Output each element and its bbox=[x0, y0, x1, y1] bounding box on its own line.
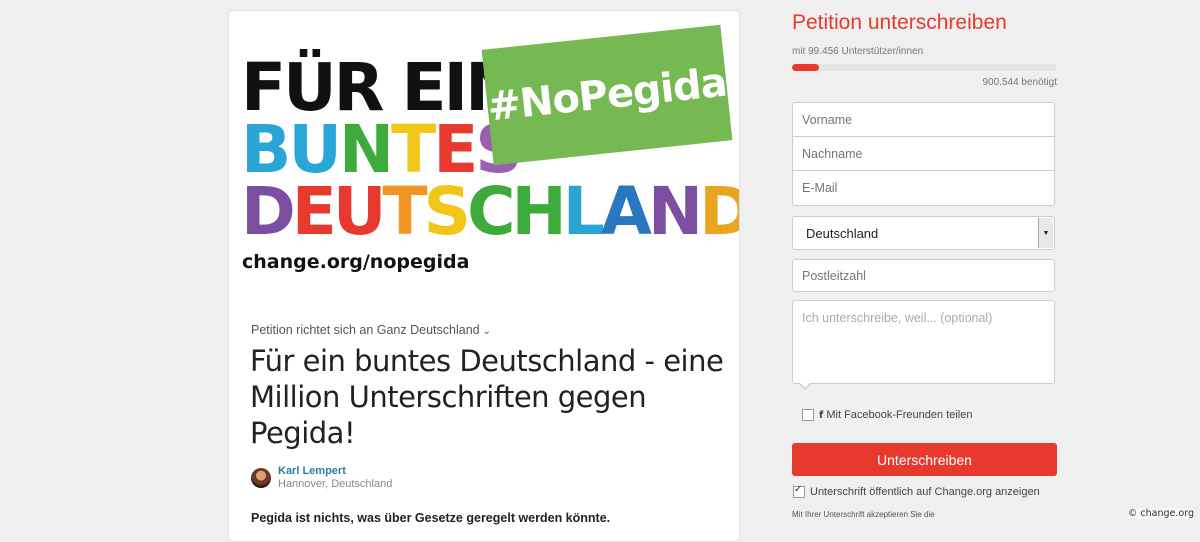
banner-url: change.org/nopegida bbox=[242, 251, 470, 273]
sign-button[interactable]: Unterschreiben bbox=[792, 443, 1057, 476]
petition-target-text: Petition richtet sich an Ganz Deutschlan… bbox=[251, 323, 480, 337]
reason-placeholder: Ich unterschreibe, weil... (optional) bbox=[802, 311, 993, 325]
image-credit: © change.org bbox=[1127, 508, 1194, 519]
campaign-banner-image: FÜR EIN BUNTES DEUTSCHLAND! #NoPegida ch… bbox=[229, 11, 739, 301]
public-signature-checkbox[interactable] bbox=[793, 484, 805, 498]
hashtag-text: #NoPegida bbox=[485, 59, 729, 131]
hashtag-badge: #NoPegida bbox=[481, 24, 733, 166]
banner-letter: L bbox=[562, 173, 605, 250]
chevron-down-icon[interactable]: ⌄ bbox=[483, 326, 491, 337]
banner-letter: D bbox=[241, 173, 296, 250]
banner-letter: A bbox=[600, 173, 652, 250]
petition-target[interactable]: Petition richtet sich an Ganz Deutschlan… bbox=[251, 323, 491, 337]
banner-letter: N bbox=[647, 173, 703, 250]
public-signature-option[interactable]: Unterschrift öffentlich auf Change.org a… bbox=[792, 484, 1040, 498]
banner-letter: E bbox=[291, 173, 337, 250]
reason-textarea[interactable]: Ich unterschreibe, weil... (optional) bbox=[792, 300, 1055, 384]
facebook-share-checkbox[interactable] bbox=[802, 409, 814, 421]
speech-bubble-tail-inner bbox=[799, 382, 811, 388]
last-name-field[interactable] bbox=[792, 136, 1055, 171]
banner-letter: C bbox=[467, 173, 515, 250]
banner-letter: H bbox=[511, 173, 567, 250]
select-arrow-icon[interactable]: ▼ bbox=[1038, 218, 1053, 248]
first-name-field[interactable] bbox=[792, 102, 1055, 137]
sign-heading: Petition unterschreiben bbox=[792, 11, 1007, 34]
signatures-needed: 900.544 benötigt bbox=[982, 77, 1057, 88]
email-field[interactable] bbox=[792, 170, 1055, 206]
petition-title: Für ein buntes Deutschland - eine Millio… bbox=[250, 344, 724, 450]
public-signature-label: Unterschrift öffentlich auf Change.org a… bbox=[810, 486, 1040, 498]
facebook-share-option[interactable]: f Mit Facebook-Freunden teilen bbox=[792, 398, 1057, 432]
author-name-link[interactable]: Karl Lempert bbox=[278, 465, 392, 478]
avatar[interactable] bbox=[251, 468, 271, 488]
progress-fill bbox=[792, 64, 819, 71]
zip-code-field[interactable] bbox=[792, 259, 1055, 292]
banner-letter: T bbox=[382, 173, 427, 250]
petition-card: FÜR EIN BUNTES DEUTSCHLAND! #NoPegida ch… bbox=[228, 10, 740, 542]
banner-line-3: DEUTSCHLAND! bbox=[241, 173, 739, 250]
sign-panel: Petition unterschreiben mit 99.456 Unter… bbox=[792, 0, 1057, 525]
facebook-share-label: Mit Facebook-Freunden teilen bbox=[826, 409, 973, 421]
author-location: Hannover, Deutschland bbox=[278, 478, 393, 490]
petition-lead-text: Pegida ist nichts, was über Gesetze gere… bbox=[251, 511, 611, 525]
country-select[interactable]: Deutschland ▼ bbox=[792, 216, 1055, 250]
facebook-icon: f bbox=[819, 409, 824, 421]
supporter-count: mit 99.456 Unterstützer/innen bbox=[792, 46, 924, 57]
terms-text: Mit Ihrer Unterschrift akzeptieren Sie d… bbox=[792, 510, 935, 519]
banner-letter: U bbox=[332, 173, 387, 250]
banner-letter: S bbox=[423, 173, 472, 250]
country-select-value: Deutschland bbox=[806, 225, 879, 241]
petition-author: Karl Lempert Hannover, Deutschland bbox=[251, 465, 392, 491]
signature-progress-bar bbox=[792, 64, 1057, 71]
banner-letter: D bbox=[699, 179, 739, 245]
